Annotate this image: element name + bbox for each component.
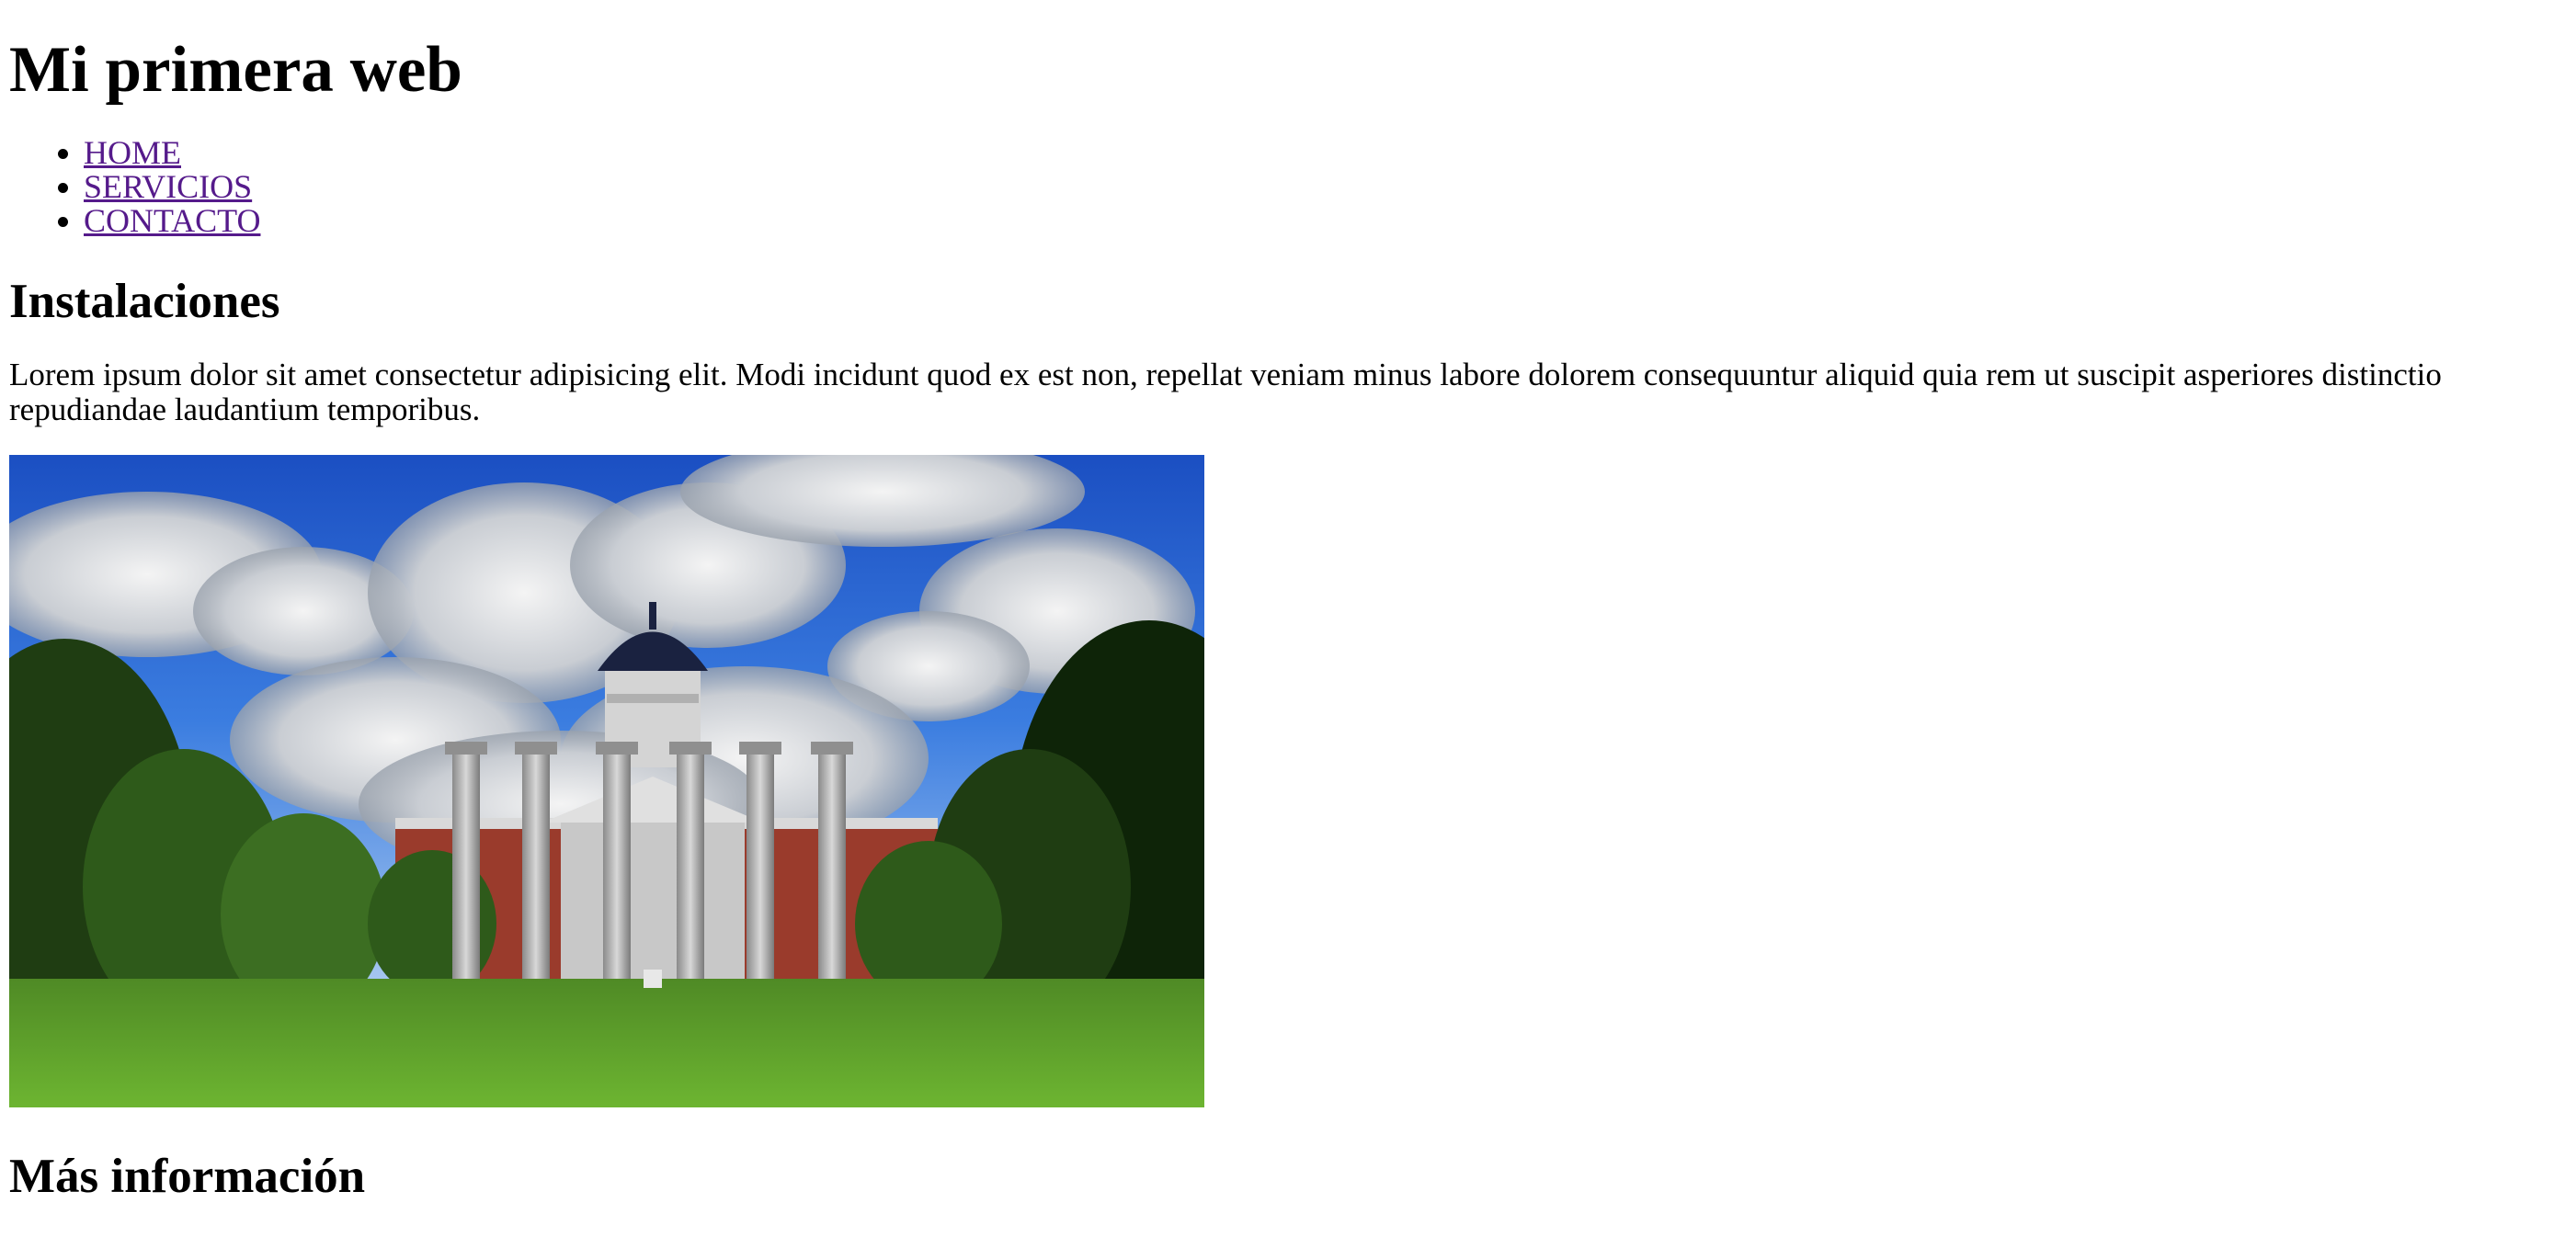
section-paragraph: Lorem ipsum dolor sit amet consectetur a… <box>9 357 2442 427</box>
more-info-heading: Más información <box>9 1150 366 1203</box>
section-heading: Instalaciones <box>9 275 280 328</box>
nav-link-servicios[interactable]: SERVICIOS <box>84 168 252 205</box>
page-title: Mi primera web <box>9 34 462 106</box>
nav-link-home[interactable]: HOME <box>84 134 181 171</box>
nav-item-home: HOME <box>84 136 2576 170</box>
nav-menu: HOME SERVICIOS CONTACTO <box>9 136 2576 238</box>
campus-photo <box>9 455 1204 1107</box>
lawn <box>9 979 1204 1107</box>
nav-item-servicios: SERVICIOS <box>84 170 2576 204</box>
nav-link-contacto[interactable]: CONTACTO <box>84 202 260 239</box>
nav-item-contacto: CONTACTO <box>84 204 2576 238</box>
